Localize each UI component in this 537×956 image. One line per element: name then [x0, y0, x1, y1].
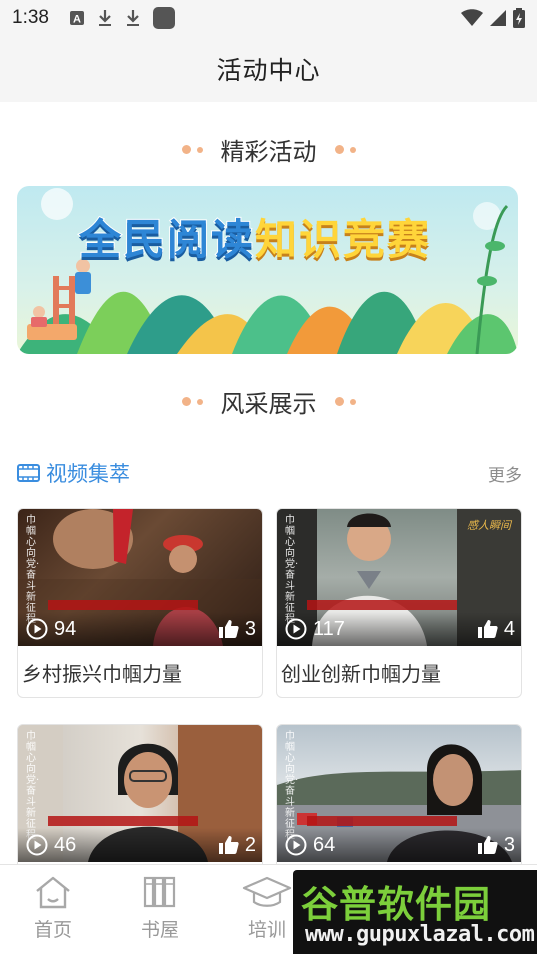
video-film-icon	[17, 464, 40, 482]
status-bar: 1:38 A	[0, 0, 537, 36]
banner-text-yellow: 知识竞赛	[255, 215, 432, 264]
video-thumbnail[interactable]: 巾帼心向党·奋斗新征程 46 2	[18, 725, 262, 862]
books-icon	[143, 876, 176, 908]
thumbnail-caption-bar	[48, 816, 198, 826]
view-count-value: 94	[54, 617, 77, 640]
video-card[interactable]: 巾帼心向党·奋斗新征程 94 3 乡村振兴巾帼力量	[17, 508, 263, 698]
svg-text:A: A	[73, 14, 81, 26]
watermark-brand-text: 谷普软件园	[301, 883, 491, 926]
like-count[interactable]: 3	[218, 617, 256, 641]
thumbs-up-icon	[477, 620, 498, 638]
nav-item-training[interactable]: 培训	[232, 875, 302, 942]
thumbnail-vertical-caption: 巾帼心向党·奋斗新征程	[26, 515, 40, 625]
video-section-header: 视频集萃 更多	[17, 458, 522, 488]
battery-charging-icon	[513, 8, 525, 28]
home-icon	[36, 876, 70, 909]
thumbs-up-icon	[218, 836, 239, 854]
signal-icon	[490, 10, 506, 26]
left-dots-decoration	[181, 397, 203, 406]
watermark-url: www.gupuxlazal.com	[305, 922, 535, 947]
left-dots-decoration	[181, 145, 203, 154]
main-content[interactable]: 精彩活动 全民阅读知识竞赛 风采展示 视频集萃 更多 巾帼心向党·奋斗新征 94…	[0, 102, 537, 864]
video-card[interactable]: 巾帼心向党·奋斗新征程 64 3	[276, 724, 522, 864]
view-count-value: 117	[313, 617, 345, 640]
site-watermark: 谷普软件园 www.gupuxlazal.com	[293, 870, 537, 954]
thumbnail-vertical-caption: 巾帼心向党·奋斗新征程	[285, 515, 299, 625]
nav-label: 首页	[33, 919, 72, 941]
thumbnail-caption-bar	[307, 600, 457, 610]
like-count-value: 4	[503, 617, 515, 640]
activity-banner[interactable]: 全民阅读知识竞赛	[17, 186, 518, 354]
thumbnail-stats: 117 4	[277, 612, 521, 646]
right-dots-decoration	[334, 397, 356, 406]
video-title[interactable]: 创业创新巾帼力量	[277, 646, 521, 687]
video-card[interactable]: 巾帼心向党·奋斗新征程 感人瞬间 117 4 创业创新巾帼力量	[276, 508, 522, 698]
more-videos-link[interactable]: 更多	[488, 461, 522, 486]
banner-text-blue: 全民阅读	[78, 214, 256, 265]
thumbnail-brand-tag: 感人瞬间	[467, 519, 511, 532]
play-circle-icon	[285, 834, 307, 856]
status-notifications: A	[69, 7, 175, 29]
download-icon	[98, 10, 111, 26]
like-count-value: 3	[244, 617, 256, 640]
video-card[interactable]: 巾帼心向党·奋斗新征程 46 2	[17, 724, 263, 864]
view-count: 94	[26, 618, 76, 641]
play-circle-icon	[285, 618, 307, 640]
video-thumbnail[interactable]: 巾帼心向党·奋斗新征程 94 3	[18, 509, 262, 646]
like-count[interactable]: 2	[218, 833, 256, 857]
like-count[interactable]: 4	[477, 617, 515, 641]
play-circle-icon	[26, 834, 48, 856]
watermark-brand: 谷普软件园	[301, 874, 491, 928]
screen: 1:38 A 活动中心 精彩活动 全民阅读知识竞赛 风采展示 视频集萃 更多 巾…	[0, 0, 537, 956]
showcase-title: 风采展示	[220, 390, 317, 418]
like-count[interactable]: 3	[477, 833, 515, 857]
nav-label: 书屋	[140, 919, 179, 941]
thumbnail-caption-bar	[307, 816, 457, 826]
nav-item-books[interactable]: 书屋	[125, 875, 195, 942]
thumbnail-stats: 46 2	[18, 828, 262, 862]
view-count: 46	[26, 834, 76, 857]
wifi-icon	[461, 9, 483, 26]
graduation-cap-icon	[242, 876, 292, 907]
thumbs-up-icon	[477, 836, 498, 854]
thumbnail-vertical-caption: 巾帼心向党·奋斗新征程	[26, 731, 40, 841]
app-notification-icon	[152, 7, 175, 29]
right-dots-decoration	[334, 145, 356, 154]
view-count-value: 46	[54, 833, 77, 856]
view-count-value: 64	[313, 833, 336, 856]
video-section-title: 视频集萃	[46, 462, 130, 486]
thumbnail-vertical-caption: 巾帼心向党·奋斗新征程	[285, 731, 299, 841]
play-circle-icon	[26, 618, 48, 640]
status-system-icons	[461, 8, 525, 28]
view-count: 64	[285, 834, 335, 857]
status-time: 1:38	[12, 7, 49, 28]
activities-heading: 精彩活动	[0, 132, 537, 167]
nav-label: 培训	[247, 919, 286, 941]
showcase-heading: 风采展示	[0, 384, 537, 419]
font-notification-icon: A	[69, 11, 84, 26]
download-icon	[126, 10, 139, 26]
video-title[interactable]: 乡村振兴巾帼力量	[18, 646, 262, 687]
thumbnail-caption-bar	[48, 600, 198, 610]
banner-headline: 全民阅读知识竞赛	[78, 206, 432, 267]
nav-item-home[interactable]: 首页	[18, 875, 88, 942]
activities-title: 精彩活动	[220, 138, 317, 166]
page-title: 活动中心	[216, 56, 321, 85]
video-thumbnail[interactable]: 巾帼心向党·奋斗新征程 64 3	[277, 725, 521, 862]
title-bar: 活动中心	[0, 36, 537, 102]
view-count: 117	[285, 618, 345, 641]
thumbs-up-icon	[218, 620, 239, 638]
thumbnail-stats: 94 3	[18, 612, 262, 646]
like-count-value: 2	[244, 833, 256, 856]
video-thumbnail[interactable]: 巾帼心向党·奋斗新征程 感人瞬间 117 4	[277, 509, 521, 646]
like-count-value: 3	[503, 833, 515, 856]
thumbnail-stats: 64 3	[277, 828, 521, 862]
